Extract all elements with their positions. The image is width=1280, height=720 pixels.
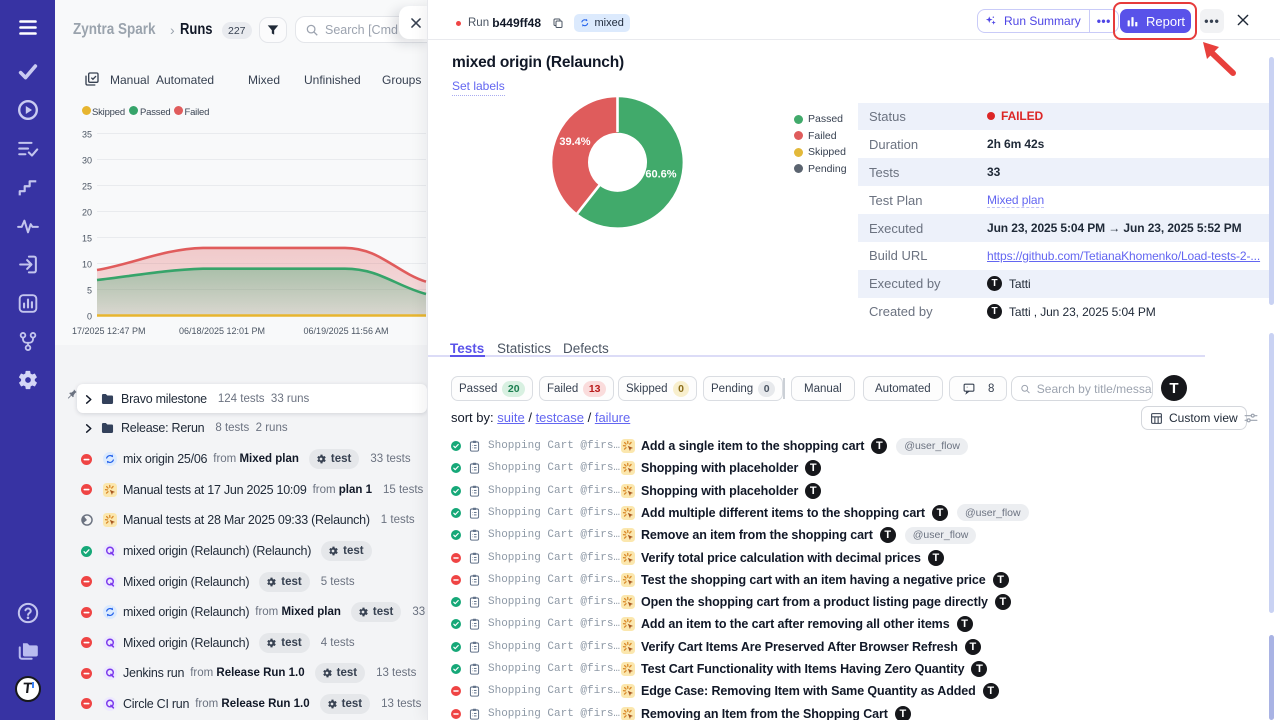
svg-text:60.6%: 60.6% xyxy=(645,169,676,181)
svg-text:35: 35 xyxy=(82,130,92,140)
svg-text:15: 15 xyxy=(82,234,92,244)
svg-text:25: 25 xyxy=(82,182,92,192)
svg-text:5: 5 xyxy=(87,286,92,296)
svg-text:06/18/2025 12:01 PM: 06/18/2025 12:01 PM xyxy=(179,326,265,336)
svg-text:0: 0 xyxy=(87,312,92,322)
svg-text:20: 20 xyxy=(82,208,92,218)
svg-text:39.4%: 39.4% xyxy=(559,136,590,148)
svg-text:17/2025 12:47 PM: 17/2025 12:47 PM xyxy=(72,326,146,336)
svg-text:06/19/2025 11:56 AM: 06/19/2025 11:56 AM xyxy=(304,326,389,336)
svg-text:30: 30 xyxy=(82,156,92,166)
svg-text:10: 10 xyxy=(82,260,92,270)
